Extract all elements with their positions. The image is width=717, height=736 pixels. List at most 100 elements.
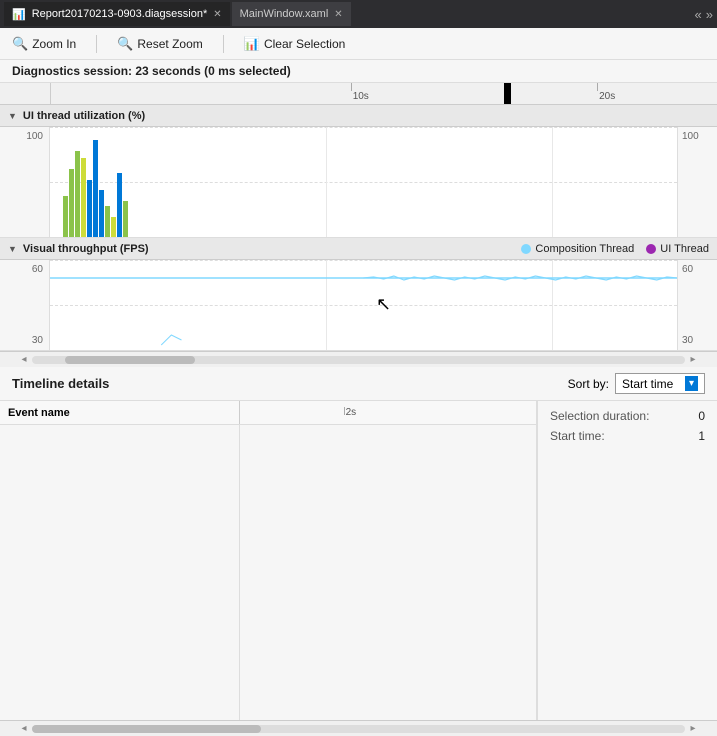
timeline-ruler: 10s 20s <box>0 83 717 105</box>
zoom-in-icon: 🔍 <box>12 36 28 52</box>
charts-hscroll-left-icon[interactable]: ◂ <box>16 354 32 365</box>
legend-composition-label: Composition Thread <box>535 243 634 255</box>
fps-y-max: 60 <box>6 264 43 275</box>
ui-thread-vgrid-2 <box>552 127 553 237</box>
table-empty-area <box>0 425 536 720</box>
clear-selection-icon: 📊 <box>244 36 260 52</box>
ui-thread-chart-body: 100 <box>0 127 717 237</box>
ui-thread-vgrid-1 <box>326 127 327 237</box>
side-panel-start-time: Start time: 1 <box>550 429 705 443</box>
start-time-value: 1 <box>698 429 705 443</box>
bottom-hscroll-thumb[interactable] <box>32 725 261 733</box>
title-bar: 📊 Report20170213-0903.diagsession* ✕ Mai… <box>0 0 717 28</box>
fps-y-right-max: 60 <box>682 264 713 275</box>
bar-11 <box>123 201 128 237</box>
bar-9 <box>111 217 116 237</box>
nav-next-icon[interactable]: » <box>706 7 713 22</box>
ui-thread-y-right-max: 100 <box>682 131 713 142</box>
table-ruler-tick-2s: 2s <box>344 401 357 424</box>
bar-5 <box>87 180 92 237</box>
bar-3 <box>75 151 80 237</box>
selection-duration-label: Selection duration: <box>550 409 649 423</box>
bar-4 <box>81 158 86 237</box>
nav-prev-icon[interactable]: « <box>695 7 702 22</box>
tab-diagsession[interactable]: 📊 Report20170213-0903.diagsession* ✕ <box>4 2 230 26</box>
bar-6 <box>93 140 98 237</box>
timeline-details-title: Timeline details <box>12 376 109 391</box>
fps-chart-title: Visual throughput (FPS) <box>23 243 149 255</box>
zoom-in-button[interactable]: 🔍 Zoom In <box>8 34 80 54</box>
bar-1 <box>63 196 68 237</box>
ui-thread-chevron-icon: ▼ <box>8 111 17 121</box>
charts-hscroll-right-icon[interactable]: ▸ <box>685 354 701 365</box>
tab-mainwindow[interactable]: MainWindow.xaml ✕ <box>232 2 351 26</box>
sort-controls: Sort by: Start time ▾ <box>568 373 705 394</box>
table-ruler-track: 2s <box>240 401 536 424</box>
bar-7 <box>99 190 104 237</box>
legend-ui-thread-dot <box>646 244 656 254</box>
bar-2 <box>69 169 74 237</box>
charts-hscroll-track <box>32 356 685 364</box>
fps-y-axis-right: 60 30 <box>677 260 717 350</box>
ui-thread-grid-50 <box>50 182 677 183</box>
tab-diagsession-label: Report20170213-0903.diagsession* <box>32 8 208 20</box>
tab-mainwindow-label: MainWindow.xaml <box>240 8 329 20</box>
tab-mainwindow-close[interactable]: ✕ <box>334 9 342 20</box>
session-info: Diagnostics session: 23 seconds (0 ms se… <box>0 60 717 83</box>
sort-dropdown-arrow-icon[interactable]: ▾ <box>685 376 698 391</box>
charts-hscroll[interactable]: ◂ ▸ <box>0 351 717 367</box>
toolbar-sep-2 <box>223 35 224 53</box>
clear-selection-button[interactable]: 📊 Clear Selection <box>240 34 350 54</box>
ruler-tick-20s: 20s <box>597 83 615 104</box>
ui-thread-y-axis-right: 100 <box>677 127 717 237</box>
table-main: Event name 2s <box>0 401 537 720</box>
toolbar: 🔍 Zoom In 🔍 Reset Zoom 📊 Clear Selection <box>0 28 717 60</box>
fps-chart-body: 60 30 <box>0 260 717 350</box>
side-panel-selection-duration: Selection duration: 0 <box>550 409 705 423</box>
side-panel: Selection duration: 0 Start time: 1 <box>537 401 717 720</box>
clear-selection-label: Clear Selection <box>264 37 345 51</box>
title-nav: « » <box>695 7 713 22</box>
legend-ui-thread-label: UI Thread <box>660 243 709 255</box>
table-area: Event name 2s Selection duratio <box>0 401 717 720</box>
ruler-track: 10s 20s <box>50 83 717 104</box>
sort-dropdown-value: Start time <box>622 377 673 391</box>
ruler-tick-10s: 10s <box>351 83 369 104</box>
event-name-column-label: Event name <box>0 407 70 419</box>
fps-y-mid: 30 <box>6 335 43 346</box>
start-time-label: Start time: <box>550 429 605 443</box>
bar-10 <box>117 173 122 237</box>
tab-diagsession-close[interactable]: ✕ <box>213 9 221 20</box>
table-body[interactable] <box>0 425 536 720</box>
reset-zoom-label: Reset Zoom <box>137 37 202 51</box>
charts-hscroll-thumb[interactable] <box>65 356 196 364</box>
legend-composition: Composition Thread <box>521 243 634 255</box>
event-name-column <box>0 425 240 720</box>
ui-thread-chart-title: UI thread utilization (%) <box>23 110 145 122</box>
table-ruler-row: Event name 2s <box>0 401 536 425</box>
ui-thread-chart-header[interactable]: ▼ UI thread utilization (%) <box>0 105 717 127</box>
selection-marker <box>504 83 511 104</box>
bottom-hscroll-track <box>32 725 685 733</box>
fps-line-svg <box>50 260 677 350</box>
timeline-column <box>240 425 536 720</box>
ui-thread-y-max: 100 <box>6 131 43 142</box>
legend-composition-dot <box>521 244 531 254</box>
timeline-details-header: Timeline details Sort by: Start time ▾ <box>0 367 717 401</box>
bottom-hscroll-left-icon[interactable]: ◂ <box>16 723 32 734</box>
charts-area: 10s 20s ▼ UI thread utilization (%) 100 <box>0 83 717 367</box>
bottom-hscroll[interactable]: ◂ ▸ <box>0 720 717 736</box>
ui-thread-bars <box>63 127 128 237</box>
ui-thread-grid-100 <box>50 127 677 128</box>
zoom-in-label: Zoom In <box>32 37 76 51</box>
fps-chevron-icon: ▼ <box>8 244 17 254</box>
timeline-details: Timeline details Sort by: Start time ▾ E… <box>0 367 717 736</box>
ui-thread-y-axis: 100 <box>0 127 50 237</box>
fps-y-axis: 60 30 <box>0 260 50 350</box>
reset-zoom-button[interactable]: 🔍 Reset Zoom <box>113 34 207 54</box>
reset-zoom-icon: 🔍 <box>117 36 133 52</box>
selection-duration-value: 0 <box>698 409 705 423</box>
bottom-hscroll-right-icon[interactable]: ▸ <box>685 723 701 734</box>
sort-dropdown[interactable]: Start time ▾ <box>615 373 705 394</box>
fps-chart-header[interactable]: ▼ Visual throughput (FPS) Composition Th… <box>0 238 717 260</box>
